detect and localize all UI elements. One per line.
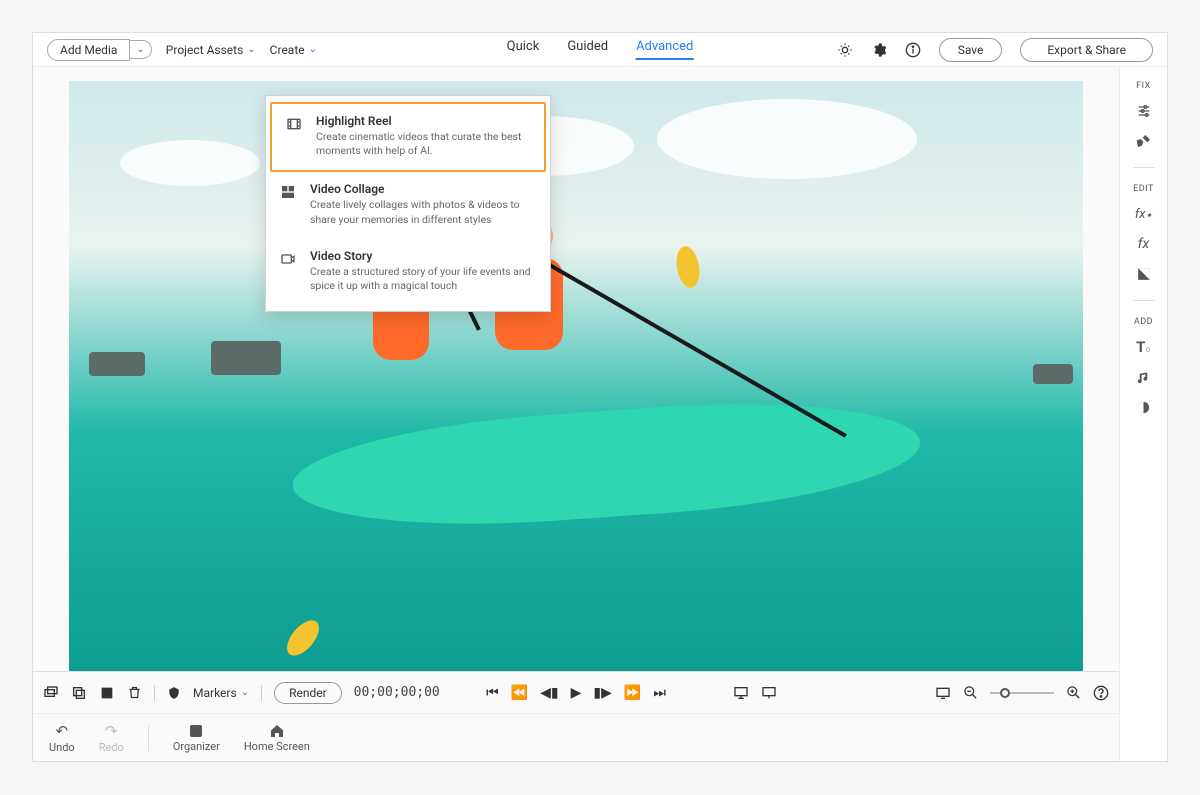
chevron-down-icon: ⌄ xyxy=(247,44,255,55)
rewind-icon[interactable]: ⏪ xyxy=(511,685,528,701)
side-panel: FIX EDIT fx✦ fx ADD T○ xyxy=(1119,67,1167,761)
markers-label: Markers xyxy=(193,686,237,700)
organizer-icon xyxy=(188,723,204,739)
add-media: Add Media ⌄ xyxy=(47,39,152,61)
timecode-display: 00;00;00;00 xyxy=(354,685,440,700)
organizer-button[interactable]: Organizer xyxy=(173,723,220,753)
add-section-label: ADD xyxy=(1134,317,1153,327)
separator xyxy=(154,685,155,701)
chevron-down-icon: ⌄ xyxy=(309,44,317,55)
tools-icon[interactable] xyxy=(1134,131,1154,151)
home-label: Home Screen xyxy=(244,740,310,753)
fit-screen-icon[interactable] xyxy=(935,685,951,701)
step-forward-icon[interactable]: ▮▶ xyxy=(593,685,611,701)
project-assets-label: Project Assets xyxy=(166,43,243,57)
create-label: Create xyxy=(270,43,305,57)
marker-icon[interactable] xyxy=(167,686,181,700)
dd-item-title: Highlight Reel xyxy=(316,114,528,128)
contrast-icon[interactable] xyxy=(1134,264,1154,284)
dd-item-desc: Create lively collages with photos & vid… xyxy=(310,198,534,226)
redo-button[interactable]: ↷ Redo xyxy=(99,722,124,754)
chevron-down-icon: ⌄ xyxy=(241,687,249,698)
tab-quick[interactable]: Quick xyxy=(507,39,540,60)
tab-guided[interactable]: Guided xyxy=(567,39,608,60)
zoom-slider[interactable] xyxy=(990,692,1054,694)
undo-label: Undo xyxy=(49,741,75,754)
mode-tabs: Quick Guided Advanced xyxy=(507,39,694,60)
timeline-tool-2-icon[interactable] xyxy=(71,685,87,701)
collage-icon xyxy=(280,184,298,226)
playback-controls: ⏮ ⏪ ◀▮ ▶ ▮▶ ⏩ ⏭ xyxy=(486,685,666,701)
text-tool-icon[interactable]: T○ xyxy=(1134,337,1154,357)
fix-section-label: FIX xyxy=(1136,81,1151,91)
settings-icon[interactable] xyxy=(871,42,887,58)
fx-icon[interactable]: fx xyxy=(1134,234,1154,254)
create-highlight-reel[interactable]: Highlight Reel Create cinematic videos t… xyxy=(270,102,546,172)
redo-label: Redo xyxy=(99,741,124,754)
redo-icon: ↷ xyxy=(105,722,118,740)
home-icon xyxy=(269,723,285,739)
top-toolbar: Add Media ⌄ Project Assets ⌄ Create ⌄ Qu… xyxy=(33,33,1167,67)
zoom-thumb[interactable] xyxy=(1000,688,1010,698)
organizer-label: Organizer xyxy=(173,740,220,753)
brightness-icon[interactable] xyxy=(837,42,853,58)
save-button[interactable]: Save xyxy=(939,38,1003,62)
separator xyxy=(261,685,262,701)
zoom-in-icon[interactable] xyxy=(1066,685,1081,700)
canvas-area: Highlight Reel Create cinematic videos t… xyxy=(33,67,1119,761)
export-share-button[interactable]: Export & Share xyxy=(1020,38,1153,62)
dd-item-title: Video Story xyxy=(310,249,534,263)
add-media-button[interactable]: Add Media xyxy=(47,39,130,61)
fullscreen-icon[interactable] xyxy=(761,685,777,701)
bottom-toolbar: ↶ Undo ↷ Redo Organizer Home Screen xyxy=(33,713,1119,761)
separator xyxy=(148,725,149,751)
dd-item-title: Video Collage xyxy=(310,182,534,196)
step-back-icon[interactable]: ◀▮ xyxy=(540,685,558,701)
right-actions: Save Export & Share xyxy=(837,38,1153,62)
info-icon[interactable] xyxy=(905,42,921,58)
timeline-toolbar: Markers ⌄ Render 00;00;00;00 ⏮ ⏪ ◀▮ ▶ ▮▶… xyxy=(33,671,1119,713)
film-icon xyxy=(286,116,304,158)
preview-canvas xyxy=(69,81,1083,671)
tab-advanced[interactable]: Advanced xyxy=(636,39,693,60)
undo-icon: ↶ xyxy=(56,722,69,740)
main-area: Highlight Reel Create cinematic videos t… xyxy=(33,67,1167,761)
timeline-tool-3-icon[interactable] xyxy=(99,685,115,701)
fast-forward-icon[interactable]: ⏩ xyxy=(624,685,641,701)
edit-section-label: EDIT xyxy=(1133,184,1154,194)
music-icon[interactable] xyxy=(1134,367,1154,387)
help-icon[interactable] xyxy=(1093,685,1109,701)
create-video-collage[interactable]: Video Collage Create lively collages wit… xyxy=(266,172,550,238)
timeline-tool-1-icon[interactable] xyxy=(43,685,59,701)
home-screen-button[interactable]: Home Screen xyxy=(244,723,310,753)
undo-button[interactable]: ↶ Undo xyxy=(49,722,75,754)
create-menu[interactable]: Create ⌄ xyxy=(270,43,317,57)
project-assets-menu[interactable]: Project Assets ⌄ xyxy=(166,43,256,57)
create-dropdown: Highlight Reel Create cinematic videos t… xyxy=(265,95,551,312)
render-button[interactable]: Render xyxy=(274,682,342,704)
trash-icon[interactable] xyxy=(127,685,142,700)
dd-item-desc: Create cinematic videos that curate the … xyxy=(316,130,528,158)
video-icon xyxy=(280,251,298,293)
graphics-icon[interactable] xyxy=(1134,397,1154,417)
monitor-icon[interactable] xyxy=(733,685,749,701)
zoom-out-icon[interactable] xyxy=(963,685,978,700)
chevron-down-icon: ⌄ xyxy=(136,44,144,55)
create-video-story[interactable]: Video Story Create a structured story of… xyxy=(266,239,550,305)
markers-dropdown[interactable]: Markers ⌄ xyxy=(193,686,249,700)
add-media-dropdown-button[interactable]: ⌄ xyxy=(130,40,151,59)
sliders-icon[interactable] xyxy=(1134,101,1154,121)
dd-item-desc: Create a structured story of your life e… xyxy=(310,265,534,293)
skip-start-icon[interactable]: ⏮ xyxy=(486,685,499,701)
fx-star-icon[interactable]: fx✦ xyxy=(1134,204,1154,224)
app-window: Add Media ⌄ Project Assets ⌄ Create ⌄ Qu… xyxy=(32,32,1168,762)
play-icon[interactable]: ▶ xyxy=(571,685,582,701)
